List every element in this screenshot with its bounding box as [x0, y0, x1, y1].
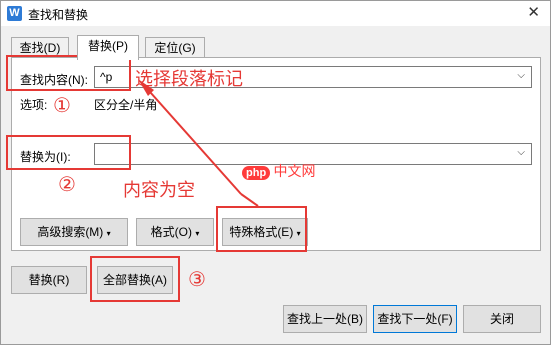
annotation-step3: ③: [188, 267, 206, 291]
annotation-step1: ①: [53, 93, 71, 117]
annotation-select-paragraph-mark: 选择段落标记: [135, 69, 243, 90]
watermark-brand: php: [242, 166, 271, 180]
arrow-to-special-format: [240, 193, 259, 207]
watermark-text: 中文网: [273, 163, 316, 179]
tab-replace[interactable]: 替换(P): [77, 35, 139, 60]
annotation-empty-content: 内容为空: [123, 180, 195, 201]
annotation-step2: ②: [58, 172, 76, 196]
php-cn-watermark: php 中文网: [242, 161, 316, 181]
